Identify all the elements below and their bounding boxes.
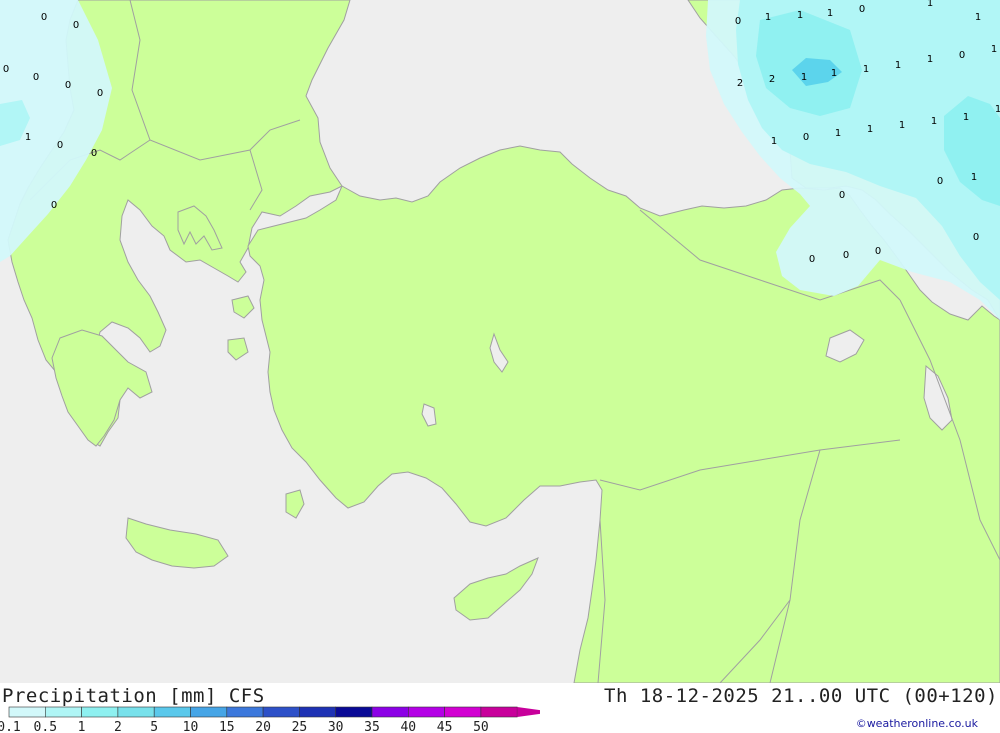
legend-swatch xyxy=(81,706,119,718)
legend-tick-label: 15 xyxy=(219,720,235,733)
contour-label: 0 xyxy=(973,232,979,243)
contour-label: 0 xyxy=(735,16,741,27)
contour-label: 1 xyxy=(831,68,837,79)
legend-tick-label: 0.1 xyxy=(0,720,21,733)
forecast-datetime: Th 18-12-2025 21..00 UTC (00+120) xyxy=(604,685,998,707)
contour-label: 1 xyxy=(995,104,1000,115)
contour-label: 1 xyxy=(863,64,869,75)
legend-tick-label: 30 xyxy=(328,720,344,733)
legend-tick-label: 40 xyxy=(400,720,416,733)
contour-label: 1 xyxy=(827,8,833,19)
contour-label: 1 xyxy=(927,0,933,9)
contour-label: 0 xyxy=(97,88,103,99)
contour-label: 0 xyxy=(959,50,965,61)
contour-label: 0 xyxy=(859,4,865,15)
contour-label: 1 xyxy=(971,172,977,183)
contour-label: 2 xyxy=(769,74,775,85)
legend-swatch xyxy=(262,706,300,718)
contour-label: 0 xyxy=(73,20,79,31)
color-legend: 0.1 0.5 1 2 5 10 15 20 25 30 35 40 45 50 xyxy=(0,706,540,733)
legend-tick-label: 1 xyxy=(78,720,86,733)
legend-tick-label: 2 xyxy=(114,720,122,733)
contour-label: 0 xyxy=(91,148,97,159)
legend-swatch xyxy=(44,706,82,718)
contour-label: 0 xyxy=(3,64,9,75)
legend-tick-label: 20 xyxy=(255,720,271,733)
contour-label: 1 xyxy=(801,72,807,83)
legend-tick-label: 25 xyxy=(292,720,308,733)
footer-bar: Precipitation [mm] CFS Th 18-12-2025 21.… xyxy=(0,683,1000,733)
legend-tick-label: 45 xyxy=(437,720,453,733)
contour-label: 0 xyxy=(57,140,63,151)
contour-label: 1 xyxy=(927,54,933,65)
contour-label: 0 xyxy=(65,80,71,91)
credit-link[interactable]: ©weatheronline.co.uk xyxy=(856,717,978,730)
contour-label: 1 xyxy=(931,116,937,127)
legend-swatch xyxy=(407,706,445,718)
legend-swatch xyxy=(153,706,191,718)
legend-tick-label: 35 xyxy=(364,720,380,733)
contour-label: 1 xyxy=(835,128,841,139)
contour-label: 0 xyxy=(937,176,943,187)
chart-title: Precipitation [mm] CFS xyxy=(2,685,265,707)
contour-label: 0 xyxy=(51,200,57,211)
contour-label: 1 xyxy=(895,60,901,71)
legend-swatch xyxy=(371,706,409,718)
legend-swatch xyxy=(335,706,373,718)
legend-tick-label: 50 xyxy=(473,720,489,733)
legend-swatch xyxy=(299,706,336,718)
contour-label: 1 xyxy=(899,120,905,131)
legend-swatch xyxy=(226,706,264,718)
contour-label: 0 xyxy=(839,190,845,201)
contour-label: 1 xyxy=(25,132,31,143)
contour-label: 1 xyxy=(771,136,777,147)
contour-label: 1 xyxy=(765,12,771,23)
legend-swatch xyxy=(8,706,46,718)
contour-label: 0 xyxy=(33,72,39,83)
legend-arrow xyxy=(517,707,540,717)
contour-label: 1 xyxy=(963,112,969,123)
contour-label: 1 xyxy=(975,12,981,23)
contour-label: 1 xyxy=(797,10,803,21)
legend-swatch xyxy=(480,706,518,718)
contour-label: 0 xyxy=(843,250,849,261)
contour-label: 0 xyxy=(803,132,809,143)
legend-swatch xyxy=(444,706,482,718)
contour-label: 0 xyxy=(809,254,815,265)
legend-tick-label: 5 xyxy=(150,720,158,733)
contour-label: 1 xyxy=(867,124,873,135)
contour-label: 0 xyxy=(41,12,47,23)
contour-label: 1 xyxy=(991,44,997,55)
contour-label: 2 xyxy=(737,78,743,89)
legend-swatch xyxy=(190,706,228,718)
precipitation-map[interactable]: 0 0 0 0 0 0 1 0 0 0 0 1 1 1 0 1 1 1 2 2 1 1 1 1 1 0 1 1 1 1 1 1 0 1 0 1 0 0 0 0… xyxy=(0,0,1000,683)
legend-swatch xyxy=(117,706,155,718)
legend-tick-label: 0.5 xyxy=(34,720,57,733)
legend-tick-label: 10 xyxy=(183,720,199,733)
contour-label: 0 xyxy=(875,246,881,257)
